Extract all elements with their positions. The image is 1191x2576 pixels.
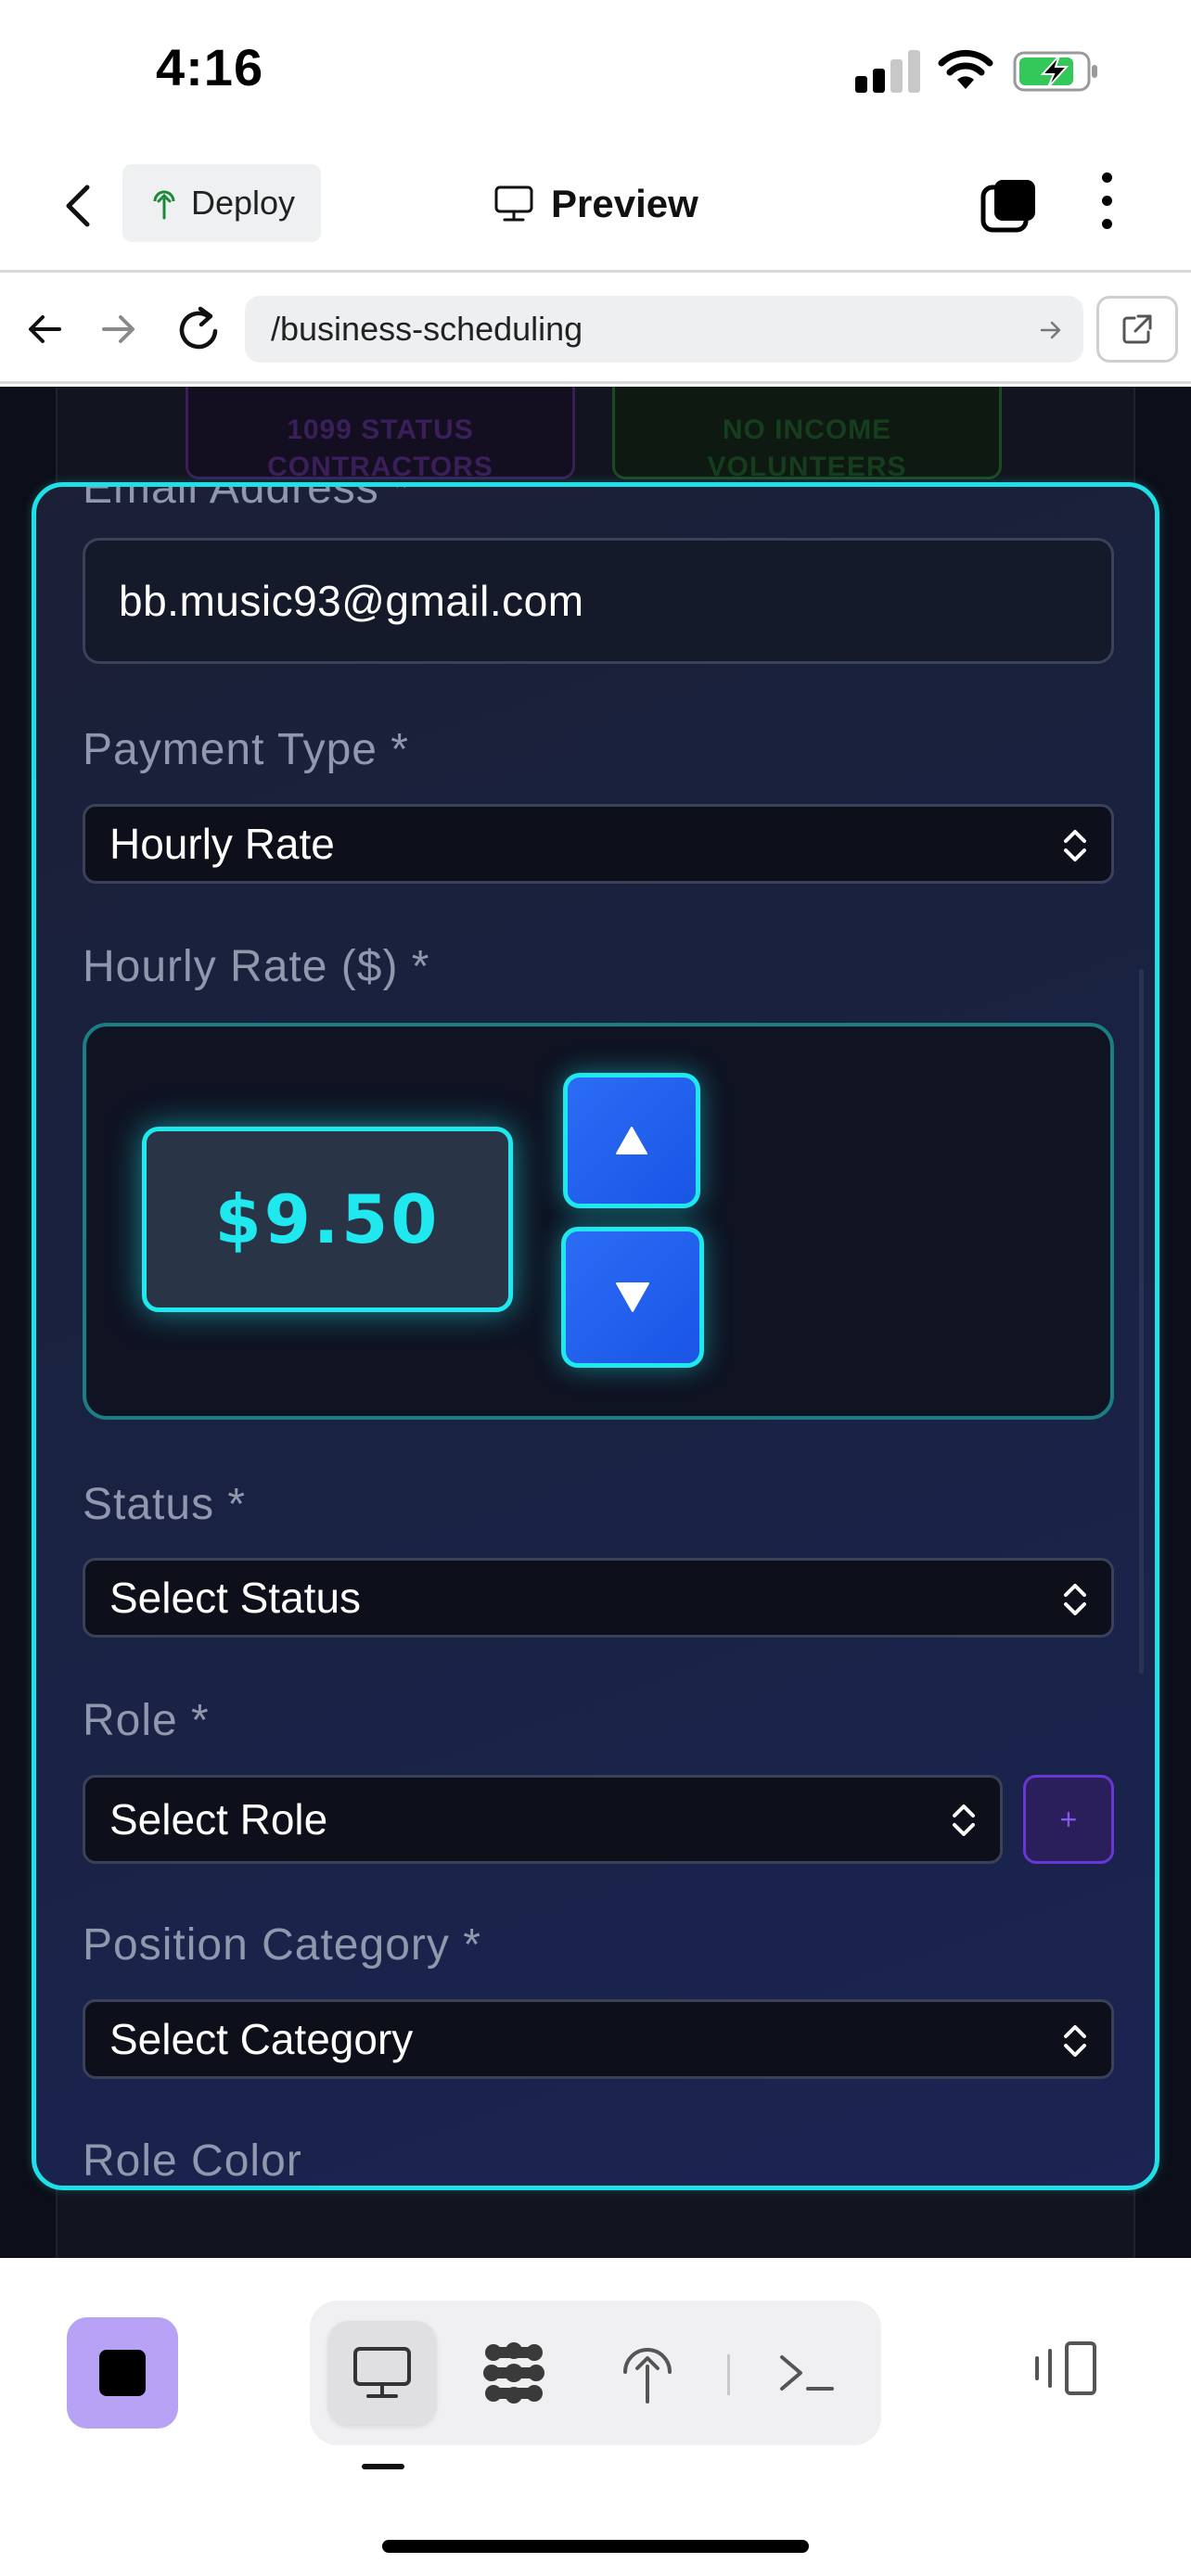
deploy-label: Deploy [191, 184, 296, 222]
toolbar-divider [727, 2354, 730, 2395]
open-external-button[interactable] [1096, 296, 1178, 363]
decrease-rate-button[interactable] [561, 1227, 704, 1368]
tabs-icon[interactable] [980, 176, 1039, 236]
role-label: Role * [83, 1696, 210, 1745]
preview-title[interactable]: Preview [493, 176, 698, 232]
status-select[interactable]: Select Status [83, 1558, 1114, 1638]
arrow-right-icon[interactable] [98, 309, 139, 350]
position-category-value: Select Category [109, 2015, 414, 2063]
status-bar: 4:16 [0, 0, 1191, 139]
hourly-rate-display[interactable]: $9.50 [142, 1127, 513, 1312]
monitor-icon [494, 185, 533, 222]
payment-type-select[interactable]: Hourly Rate [83, 804, 1114, 884]
status-label: Status * [83, 1480, 247, 1529]
card-subtitle: CONTRACTORS [267, 452, 493, 482]
email-field[interactable]: bb.music93@gmail.com [83, 538, 1114, 664]
payment-type-value: Hourly Rate [109, 820, 335, 868]
more-options-icon[interactable] [1091, 172, 1122, 237]
url-field[interactable]: /business-scheduling [245, 296, 1083, 363]
status-value: Select Status [109, 1574, 362, 1622]
modal-scrollbar[interactable] [1139, 969, 1144, 1674]
email-label: Email Address * [83, 482, 411, 513]
hourly-rate-value: $9.50 [214, 1180, 441, 1258]
card-title: NO INCOME [722, 414, 892, 445]
card-title: 1099 STATUS [287, 414, 474, 445]
card-subtitle: VOLUNTEERS [707, 452, 907, 482]
position-category-select[interactable]: Select Category [83, 1999, 1114, 2079]
stop-icon [99, 2350, 146, 2396]
browser-url-bar: /business-scheduling [0, 275, 1191, 384]
workspace-grid-icon [483, 2342, 544, 2404]
email-value: bb.music93@gmail.com [119, 577, 584, 625]
active-tool-indicator [362, 2464, 404, 2469]
device-switch-icon[interactable] [1030, 2340, 1100, 2397]
preview-label: Preview [551, 182, 698, 225]
battery-charging-icon [1013, 51, 1097, 92]
chevron-up-down-icon [1064, 2025, 1086, 2057]
external-link-icon [1122, 314, 1152, 344]
deploy-button[interactable]: Deploy [122, 164, 321, 242]
app-top-bar: Deploy Preview [0, 139, 1191, 273]
deploy-icon [153, 190, 175, 220]
hourly-rate-stepper: $9.50 [83, 1023, 1114, 1420]
contractors-card: 1099 STATUS CONTRACTORS [186, 387, 575, 482]
stop-button[interactable] [67, 2317, 178, 2429]
employee-form-modal: Email Address * bb.music93@gmail.com Pay… [32, 482, 1159, 2190]
chevron-up-down-icon [1064, 1584, 1086, 1615]
deploy-tree-icon [623, 2348, 672, 2404]
monitor-icon [353, 2347, 411, 2398]
apps-tool-button[interactable] [460, 2321, 568, 2425]
page-viewport: 1099 STATUS CONTRACTORS NO INCOME VOLUNT… [0, 387, 1191, 2258]
cell-signal-icon [855, 50, 920, 93]
back-chevron-icon[interactable] [56, 180, 102, 232]
chevron-up-down-icon [953, 1804, 975, 1836]
role-value: Select Role [109, 1795, 328, 1843]
payment-type-label: Payment Type * [83, 725, 409, 774]
terminal-icon [780, 2355, 834, 2391]
clock: 4:16 [156, 38, 264, 96]
add-role-button[interactable]: + [1023, 1775, 1114, 1864]
role-color-label: Role Color [83, 2136, 302, 2186]
triangle-down-icon [616, 1282, 649, 1312]
triangle-up-icon [616, 1127, 647, 1154]
position-category-label: Position Category * [83, 1920, 481, 1970]
chevron-up-down-icon [1064, 830, 1086, 861]
deploy-tool-button[interactable] [594, 2321, 701, 2425]
arrow-left-icon[interactable] [24, 309, 65, 350]
go-arrow-icon[interactable] [1039, 318, 1063, 342]
bottom-toolbar [0, 2258, 1191, 2576]
preview-tool-button[interactable] [328, 2321, 436, 2425]
tool-switcher [310, 2301, 881, 2445]
url-text: /business-scheduling [271, 310, 583, 348]
role-select[interactable]: Select Role [83, 1775, 1003, 1864]
plus-icon: + [1059, 1802, 1078, 1836]
reload-icon[interactable] [176, 303, 223, 353]
wifi-icon [938, 49, 993, 89]
hourly-rate-label: Hourly Rate ($) * [83, 942, 430, 991]
increase-rate-button[interactable] [563, 1073, 700, 1208]
volunteers-card: NO INCOME VOLUNTEERS [612, 387, 1002, 482]
home-indicator[interactable] [382, 2540, 809, 2553]
shell-tool-button[interactable] [753, 2321, 861, 2425]
